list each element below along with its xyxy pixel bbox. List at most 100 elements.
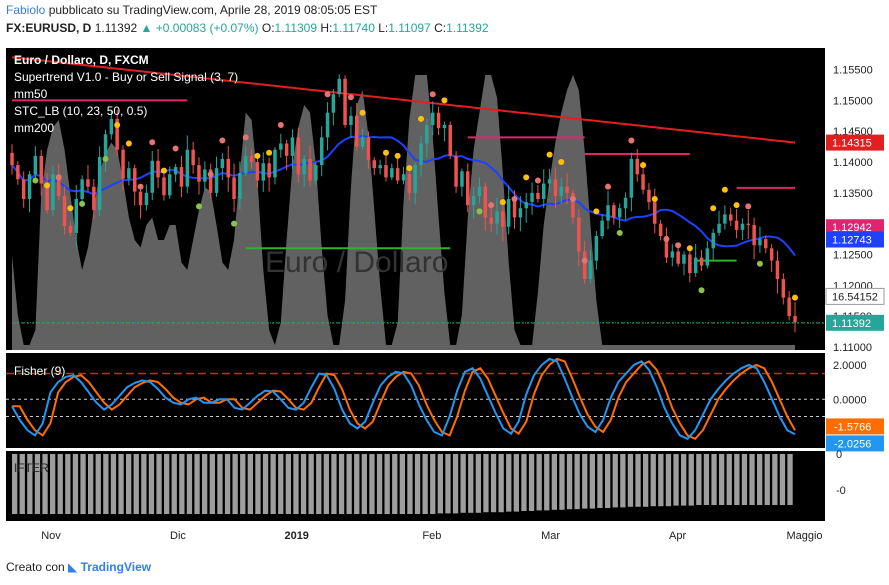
candle-body — [86, 179, 90, 187]
signal-dot-red — [605, 183, 612, 190]
candle-body — [284, 143, 289, 156]
price-label-text: 16.54152 — [832, 291, 878, 303]
candle-body — [553, 179, 558, 196]
legend-mm200[interactable]: mm200 — [14, 121, 54, 135]
ifter-bar — [148, 454, 155, 514]
ifter-bar — [247, 454, 253, 514]
ifter-bar — [392, 454, 398, 514]
ifter-bar — [369, 454, 375, 514]
candle-body — [156, 160, 160, 178]
signal-dot-yellow — [558, 159, 565, 166]
ifter-bar — [734, 454, 740, 505]
signal-dot-yellow — [160, 167, 167, 174]
ifter-bar — [224, 454, 231, 514]
candle-body — [220, 158, 225, 169]
candle-body — [407, 174, 412, 193]
signal-dot-red — [277, 122, 284, 129]
candle-body — [787, 297, 791, 317]
chart-area[interactable]: Euro / Dollaro 1.155001.150001.145001.14… — [0, 40, 889, 555]
candle-body — [688, 254, 692, 273]
candle-body — [68, 226, 73, 233]
author-name[interactable]: Fabiolo — [6, 3, 45, 17]
ifter-label[interactable]: IFTER — [14, 461, 49, 475]
candle-body — [51, 174, 55, 210]
last-price: 1.11392 — [94, 21, 138, 35]
ifter-bar — [103, 454, 109, 514]
ifter-bar — [430, 454, 436, 514]
ifter-bar — [490, 454, 497, 513]
open-value: 1.11309 — [274, 21, 318, 35]
ifter-bar — [338, 454, 345, 514]
candle-body — [530, 192, 534, 202]
signal-dot-green — [756, 260, 763, 267]
ifter-bar — [460, 454, 466, 513]
ifter-bar — [270, 454, 276, 514]
candle-body — [244, 155, 248, 174]
candle-body — [471, 195, 476, 206]
ifter-bar — [749, 454, 755, 505]
signal-dot-yellow — [359, 109, 366, 116]
footer-brand[interactable]: TradingView — [81, 560, 151, 574]
ifter-bar — [156, 454, 162, 514]
candle-body — [723, 214, 727, 224]
tradingview-logo-icon: ◣ — [68, 560, 78, 574]
candle-body — [261, 163, 265, 181]
ifter-bar — [589, 454, 595, 509]
ifter-bar — [293, 454, 299, 514]
ifter-bar — [620, 454, 626, 508]
candle-body — [249, 155, 254, 163]
candle-body — [39, 155, 43, 184]
legend-supertrend[interactable]: Supertrend V1.0 - Buy or Sell Signal (3,… — [14, 70, 238, 84]
ifter-bar — [498, 454, 504, 513]
candle-body — [641, 174, 645, 190]
price-tick-label: 1.15500 — [833, 65, 873, 77]
signal-dot-red — [488, 202, 495, 209]
price-label-text: 1.12743 — [832, 235, 872, 247]
legend-title: Euro / Dollaro, D, FXCM — [14, 53, 149, 67]
ifter-bar — [536, 454, 542, 511]
candle-body — [758, 239, 762, 246]
fisher-label[interactable]: Fisher (9) — [14, 364, 65, 378]
candle — [454, 151, 458, 193]
ifter-bar — [118, 454, 124, 514]
ifter-bar — [262, 454, 269, 514]
ifter-bar — [741, 454, 748, 505]
legend-stc[interactable]: STC_LB (10, 23, 50, 0.5) — [14, 104, 147, 118]
ifter-bar — [566, 454, 573, 510]
legend-mm50[interactable]: mm50 — [14, 87, 48, 101]
ifter-bar — [635, 454, 641, 507]
candle-body — [419, 143, 423, 166]
candle-body — [191, 149, 195, 166]
ifter-bar — [643, 454, 649, 507]
signal-dot-red — [628, 137, 635, 144]
up-arrow-icon: ▲ — [140, 21, 153, 35]
ifter-bar — [719, 454, 725, 505]
candle-body — [197, 165, 201, 182]
ifter-bar — [126, 454, 132, 514]
candle-body — [653, 202, 657, 224]
candle-body — [185, 149, 190, 187]
signal-dot-green — [231, 220, 238, 227]
ifter-bar — [110, 454, 117, 514]
candle-body — [168, 174, 172, 196]
ifter-bar — [650, 454, 656, 507]
signal-dot-yellow — [651, 196, 658, 202]
candle-body — [214, 168, 219, 193]
candle-body — [606, 205, 610, 221]
candle-body — [378, 165, 382, 169]
candle-body — [518, 208, 523, 218]
ifter-bar — [171, 454, 177, 514]
ifter-bar — [627, 454, 634, 507]
signal-dot-yellow — [721, 186, 728, 193]
ifter-bar — [65, 454, 71, 514]
candle-body — [594, 236, 599, 261]
price-label-text: 1.11392 — [832, 318, 871, 330]
ifter-bar — [452, 454, 459, 514]
candle-body — [431, 112, 435, 125]
candle-body — [775, 260, 780, 280]
ifter-bar — [186, 454, 193, 514]
ifter-bar — [475, 454, 481, 513]
candle-body — [764, 239, 768, 249]
ifter-bar — [300, 454, 307, 514]
price-tick-label: 1.14000 — [833, 157, 873, 169]
